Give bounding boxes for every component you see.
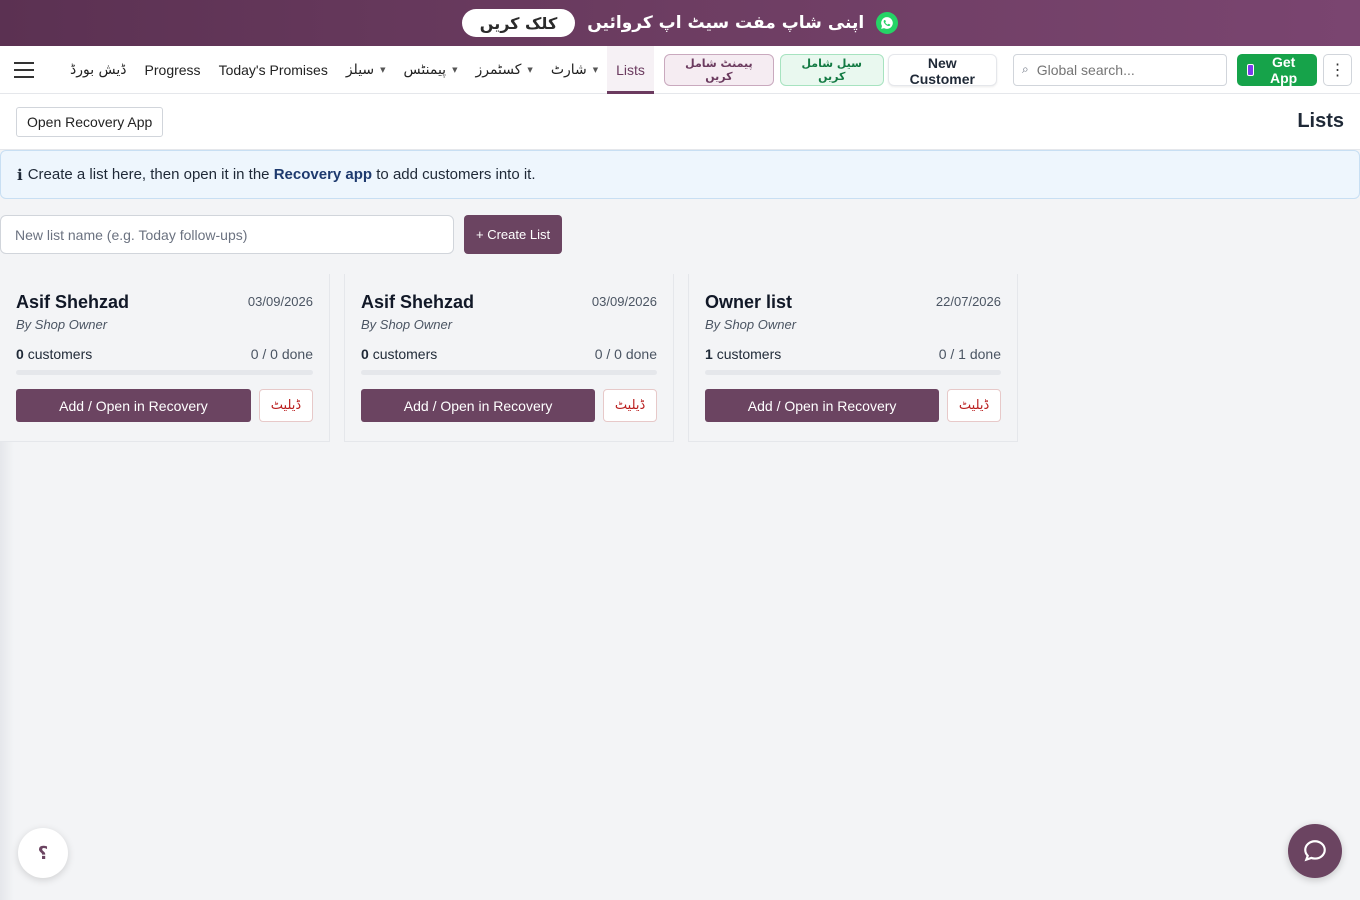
global-search: ⌕ — [1012, 53, 1227, 86]
search-icon: ⌕ — [1021, 62, 1029, 76]
new-list-name-input[interactable] — [0, 215, 454, 254]
customer-count-label: customers — [716, 346, 782, 362]
done-count: 0 / 0 done — [594, 346, 657, 362]
list-progress-bar — [16, 370, 313, 375]
info-prefix: Create a list here, then open it in the — [27, 166, 270, 183]
lists-grid: Asif Shehzad 03/09/2026 By Shop Owner 0 … — [0, 274, 1360, 442]
nav-customers[interactable]: کسٹمرز ▼ — [466, 46, 541, 94]
customer-count: 0 customers — [16, 346, 92, 362]
info-suffix: to add customers into it. — [376, 166, 536, 183]
delete-list-button[interactable]: ڈیلیٹ — [259, 389, 313, 422]
card-header: Asif Shehzad 03/09/2026 — [361, 292, 657, 313]
nav-customers-label: کسٹمرز — [475, 61, 522, 78]
nav-payments[interactable]: پیمنٹس ▼ — [395, 46, 467, 94]
global-search-input[interactable] — [1036, 61, 1218, 78]
get-app-label: Get App — [1270, 53, 1298, 86]
get-app-button[interactable]: Get App — [1236, 53, 1318, 86]
info-icon: ℹ — [17, 166, 23, 184]
nav-sales-label: سیلز — [345, 61, 375, 78]
list-progress-bar — [705, 370, 1001, 375]
hamburger-menu-icon[interactable] — [10, 56, 35, 84]
card-header: Asif Shehzad 03/09/2026 — [16, 292, 313, 313]
more-options-icon[interactable]: ⋮ — [1323, 53, 1352, 86]
list-name: Asif Shehzad — [16, 292, 130, 312]
customer-count-label: customers — [372, 346, 438, 362]
nav-todays-promises[interactable]: Today's Promises — [210, 46, 337, 94]
customer-count-label: customers — [27, 346, 93, 362]
nav-progress-label: Progress — [144, 61, 201, 78]
nav-payments-label: پیمنٹس — [403, 61, 447, 78]
customer-count: 0 customers — [361, 346, 437, 362]
promo-click-button[interactable]: کلک کریں — [461, 9, 576, 37]
list-owner: By Shop Owner — [16, 317, 108, 332]
whatsapp-icon[interactable] — [876, 12, 899, 34]
customer-count: 1 customers — [705, 346, 781, 362]
card-actions: Add / Open in Recovery ڈیلیٹ — [361, 389, 657, 422]
open-in-recovery-button[interactable]: Add / Open in Recovery — [16, 389, 251, 422]
promo-text: اپنی شاپ مفت سیٹ اپ کروائیں — [587, 13, 865, 33]
page-header: Open Recovery App Lists — [0, 94, 1360, 150]
nav-sales[interactable]: سیلز ▼ — [337, 46, 395, 94]
customer-count-value: 0 — [361, 346, 369, 362]
list-card: Asif Shehzad 03/09/2026 By Shop Owner 0 … — [344, 274, 674, 442]
add-sale-button[interactable]: سیل شامل کریں — [779, 53, 884, 86]
nav-lists[interactable]: Lists — [607, 45, 654, 94]
nav-shortcuts-label: شارٹ — [550, 61, 587, 78]
open-in-recovery-button[interactable]: Add / Open in Recovery — [361, 389, 596, 422]
list-date: 22/07/2026 — [935, 294, 1001, 309]
page-title: Lists — [1297, 110, 1344, 132]
open-recovery-app-button[interactable]: Open Recovery App — [16, 106, 164, 137]
caret-down-icon: ▼ — [452, 65, 458, 74]
list-date: 03/09/2026 — [247, 294, 313, 309]
nav-lists-label: Lists — [616, 61, 645, 78]
list-owner: By Shop Owner — [705, 317, 797, 332]
nav-shortcuts[interactable]: شارٹ ▼ — [542, 46, 607, 94]
list-stats: 0 customers 0 / 0 done — [16, 346, 313, 362]
nav-dashboard-label: ڈیش بورڈ — [69, 61, 127, 78]
left-shade — [0, 442, 14, 900]
list-name: Owner list — [705, 292, 793, 312]
delete-list-button[interactable]: ڈیلیٹ — [603, 389, 657, 422]
list-stats: 1 customers 0 / 1 done — [705, 346, 1001, 362]
create-list-button[interactable]: + Create List — [464, 215, 563, 254]
card-header: Owner list 22/07/2026 — [705, 292, 1001, 313]
list-card: Owner list 22/07/2026 By Shop Owner 1 cu… — [688, 274, 1018, 442]
customer-count-value: 1 — [705, 346, 713, 362]
delete-list-button[interactable]: ڈیلیٹ — [947, 389, 1001, 422]
info-recovery-link: Recovery app — [273, 166, 373, 183]
nav-todays-promises-label: Today's Promises — [218, 61, 328, 78]
customer-count-value: 0 — [16, 346, 24, 362]
create-list-row: + Create List — [0, 215, 1360, 254]
caret-down-icon: ▼ — [527, 65, 533, 74]
promo-banner: کلک کریں اپنی شاپ مفت سیٹ اپ کروائیں — [0, 0, 1360, 46]
chat-button[interactable] — [1288, 824, 1342, 878]
nav-dashboard[interactable]: ڈیش بورڈ — [61, 46, 136, 94]
open-in-recovery-button[interactable]: Add / Open in Recovery — [705, 389, 940, 422]
add-payment-button[interactable]: پیمنٹ شامل کریں — [663, 53, 774, 86]
list-card: Asif Shehzad 03/09/2026 By Shop Owner 0 … — [0, 274, 330, 442]
list-date: 03/09/2026 — [591, 294, 657, 309]
caret-down-icon: ▼ — [592, 65, 599, 74]
info-banner: ℹ Create a list here, then open it in th… — [0, 150, 1360, 199]
list-name: Asif Shehzad — [361, 292, 475, 312]
done-count: 0 / 0 done — [250, 346, 313, 362]
new-customer-button[interactable]: New Customer — [887, 53, 997, 87]
nav-progress[interactable]: Progress — [136, 46, 210, 94]
main-navbar: ڈیش بورڈ Progress Today's Promises سیلز ▼… — [0, 45, 1360, 94]
done-count: 0 / 1 done — [938, 346, 1001, 362]
help-button[interactable]: ؟ — [18, 828, 68, 878]
chat-bubble-icon — [1304, 840, 1326, 862]
phone-icon — [1246, 63, 1254, 76]
caret-down-icon: ▼ — [380, 65, 386, 74]
list-stats: 0 customers 0 / 0 done — [361, 346, 657, 362]
card-actions: Add / Open in Recovery ڈیلیٹ — [16, 389, 313, 422]
card-actions: Add / Open in Recovery ڈیلیٹ — [705, 389, 1001, 422]
list-progress-bar — [361, 370, 657, 375]
list-owner: By Shop Owner — [361, 317, 453, 332]
